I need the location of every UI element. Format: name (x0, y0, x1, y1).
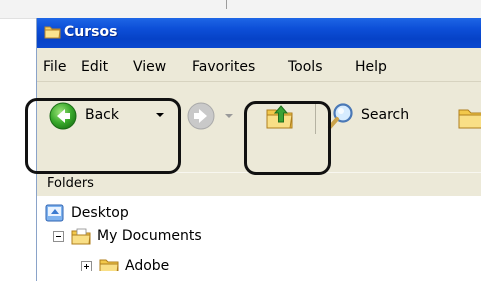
forward-button[interactable] (185, 100, 240, 136)
expand-icon[interactable] (81, 261, 92, 271)
my-documents-icon (71, 227, 91, 250)
back-button-highlight (25, 98, 181, 174)
search-label: Search (361, 107, 410, 123)
background-strip (0, 0, 481, 19)
desktop-icon (45, 203, 65, 227)
menu-favorites[interactable]: Favorites (192, 59, 255, 75)
tree-item-label: Adobe (125, 258, 170, 271)
strip-divider (226, 0, 227, 9)
menu-file[interactable]: File (43, 59, 66, 75)
up-button-highlight (244, 101, 331, 175)
folder-tree: Desktop My Documents Adobe (37, 196, 481, 281)
folders-pane-header: Folders (37, 172, 481, 197)
forward-arrow-icon (187, 102, 215, 134)
folders-icon (457, 103, 481, 136)
tree-item-my-documents[interactable]: My Documents (45, 226, 305, 248)
tree-item-adobe[interactable]: Adobe (45, 249, 305, 271)
search-button[interactable]: Search (324, 100, 434, 136)
forward-dropdown-icon[interactable] (225, 114, 233, 118)
folder-icon (44, 24, 62, 40)
menu-tools[interactable]: Tools (288, 59, 323, 75)
tree-item-label: My Documents (97, 228, 202, 244)
folder-icon (99, 257, 119, 271)
menu-help[interactable]: Help (355, 59, 387, 75)
menu-view[interactable]: View (133, 59, 166, 75)
tree-item-label: Desktop (71, 205, 129, 221)
window-title: Cursos (64, 24, 118, 40)
folders-button[interactable] (455, 100, 481, 136)
folders-pane-title: Folders (47, 176, 94, 191)
tree-item-desktop[interactable]: Desktop (45, 203, 245, 225)
menu-edit[interactable]: Edit (81, 59, 108, 75)
menu-bar: File Edit View Favorites Tools Help (37, 49, 481, 82)
title-bar[interactable]: Cursos (37, 18, 481, 48)
collapse-icon[interactable] (53, 231, 64, 242)
